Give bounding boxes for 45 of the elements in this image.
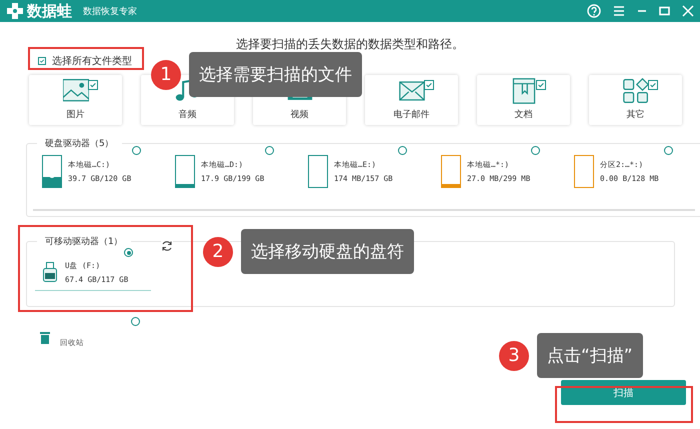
file-type-label: 文档 [514,108,532,121]
radio-button[interactable] [664,146,673,155]
checkbox[interactable] [38,57,46,65]
checkbox[interactable] [648,80,658,90]
radio-button[interactable] [531,146,540,155]
checkbox-label: 选择所有文件类型 [52,54,132,68]
file-type-label: 电子邮件 [394,108,430,121]
file-type-card[interactable]: 其它 [589,75,682,125]
radio-button[interactable] [124,248,133,257]
trash-icon [40,331,50,344]
checkbox[interactable] [88,80,98,90]
scan-button[interactable]: 扫描 [561,380,686,405]
radio-button[interactable] [131,317,140,326]
file-type-card[interactable]: 图片 [29,75,122,125]
app-subtitle: 数据恢复专家 [83,6,137,18]
file-type-label: 音频 [178,108,196,121]
checkbox[interactable] [536,80,546,90]
help-icon[interactable] [587,4,601,18]
file-type-label: 图片 [66,108,84,121]
callout-tooltip: 点击“扫描” [537,333,643,378]
app-name: 数据蛙 [27,2,72,20]
picture-icon [62,78,88,104]
radio-button[interactable] [265,146,274,155]
usb-drive-icon [43,262,57,282]
radio-button[interactable] [398,146,407,155]
file-type-card[interactable]: 电子邮件 [365,75,458,125]
document-icon [510,78,536,104]
shapes-icon [622,78,648,104]
maximize-icon[interactable] [659,5,670,17]
close-icon[interactable] [682,5,694,17]
instruction-text: 选择要扫描的丢失数据的数据类型和路径。 [235,36,465,52]
checkbox[interactable] [424,80,434,90]
refresh-icon[interactable] [161,240,173,252]
menu-icon[interactable] [613,5,625,17]
step-number-badge: 3 [499,340,529,370]
callout-tooltip: 选择需要扫描的文件 [189,52,362,97]
step-number-badge: 2 [203,236,233,266]
file-type-label: 视频 [290,108,308,121]
file-type-label: 其它 [626,108,644,121]
group-title: 硬盘驱动器（5） [44,138,115,150]
radio-button[interactable] [132,146,141,155]
group-title: 可移动驱动器（1） [44,236,124,248]
file-type-card[interactable]: 文档 [477,75,570,125]
callout-tooltip: 选择移动硬盘的盘符 [241,229,414,274]
step-number-badge: 1 [151,60,181,90]
